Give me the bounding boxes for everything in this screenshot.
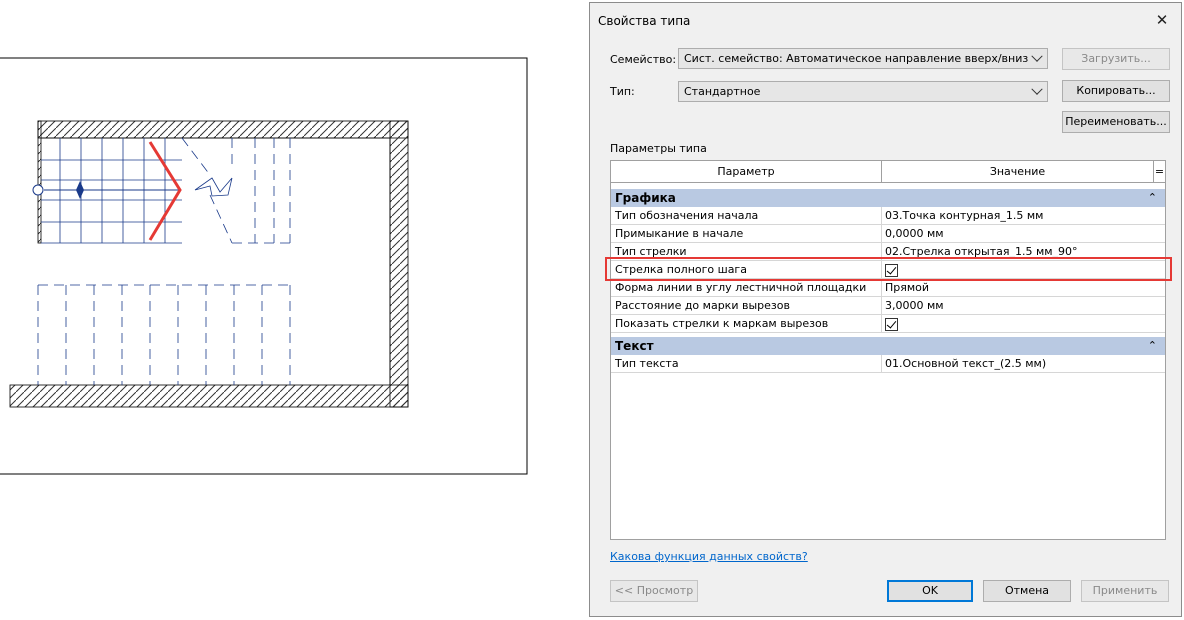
help-link[interactable]: Какова функция данных свойств?	[610, 550, 808, 563]
double-chevron-up-icon[interactable]: ⌃	[1148, 189, 1157, 207]
chevron-down-icon	[1031, 50, 1043, 62]
table-row[interactable]: Тип текста 01.Основной текст_(2.5 мм)	[611, 355, 1165, 373]
show-cut-arrows-checkbox[interactable]	[885, 318, 898, 331]
param-name: Форма линии в углу лестничной площадки	[615, 281, 867, 294]
group-header-text[interactable]: Текст ⌃	[611, 337, 1165, 355]
wall-top	[37, 120, 409, 139]
param-name: Показать стрелки к маркам вырезов	[615, 317, 829, 330]
group-name: Текст	[615, 339, 654, 353]
ok-button[interactable]: OK	[887, 580, 973, 602]
copy-button[interactable]: Копировать...	[1062, 80, 1170, 102]
table-row[interactable]: Расстояние до марки вырезов 3,0000 мм	[611, 297, 1165, 315]
param-name: Примыкание в начале	[615, 227, 744, 240]
group-name: Графика	[615, 191, 676, 205]
wall-left	[37, 120, 42, 244]
family-label: Семейство:	[610, 53, 677, 66]
param-value[interactable]: Прямой	[885, 279, 929, 296]
wall-right	[389, 120, 409, 408]
cancel-button[interactable]: Отмена	[983, 580, 1071, 602]
sheet-frame	[0, 57, 528, 475]
param-value[interactable]: 01.Основной текст_(2.5 мм)	[885, 355, 1046, 372]
param-name: Тип обозначения начала	[615, 209, 759, 222]
table-row[interactable]: Форма линии в углу лестничной площадки П…	[611, 279, 1165, 297]
group-header-graphics[interactable]: Графика ⌃	[611, 189, 1165, 207]
stair-plan-drawing	[0, 57, 528, 475]
chevron-down-icon	[1031, 83, 1043, 95]
type-params-label: Параметры типа	[610, 142, 707, 155]
type-value: Стандартное	[684, 85, 761, 98]
type-properties-dialog: Свойства типа ✕ Семейство: Сист. семейст…	[589, 2, 1182, 617]
param-name: Тип текста	[615, 357, 679, 370]
family-dropdown[interactable]: Сист. семейство: Автоматическое направле…	[678, 48, 1048, 69]
column-header-formula[interactable]: =	[1154, 161, 1165, 183]
close-icon[interactable]: ✕	[1151, 9, 1173, 31]
param-value[interactable]: 0,0000 мм	[885, 225, 944, 242]
family-value: Сист. семейство: Автоматическое направле…	[684, 52, 1029, 65]
table-row[interactable]: Показать стрелки к маркам вырезов	[611, 315, 1165, 333]
type-dropdown[interactable]: Стандартное	[678, 81, 1048, 102]
load-button[interactable]: Загрузить...	[1062, 48, 1170, 70]
apply-button[interactable]: Применить	[1081, 580, 1169, 602]
double-chevron-up-icon[interactable]: ⌃	[1148, 337, 1157, 355]
dialog-title: Свойства типа	[598, 14, 691, 28]
param-value[interactable]: 03.Точка контурная_1.5 мм	[885, 207, 1043, 224]
break-line	[194, 177, 233, 197]
updown-marker-icon	[76, 181, 84, 199]
rename-button[interactable]: Переименовать...	[1062, 111, 1170, 133]
parameters-grid: Параметр Значение = Графика ⌃ Тип обозна…	[610, 160, 1166, 540]
param-value[interactable]: 3,0000 мм	[885, 297, 944, 314]
start-point-icon	[32, 184, 44, 196]
column-header-parameter[interactable]: Параметр	[611, 161, 882, 183]
preview-button[interactable]: << Просмотр	[610, 580, 698, 602]
table-row[interactable]: Примыкание в начале 0,0000 мм	[611, 225, 1165, 243]
param-name: Расстояние до марки вырезов	[615, 299, 790, 312]
column-header-value[interactable]: Значение	[882, 161, 1154, 183]
highlight-box	[605, 257, 1172, 281]
type-label: Тип:	[610, 85, 635, 98]
wall-bottom	[9, 384, 409, 408]
table-row[interactable]: Тип обозначения начала 03.Точка контурна…	[611, 207, 1165, 225]
stair-treads-hidden	[37, 137, 291, 385]
